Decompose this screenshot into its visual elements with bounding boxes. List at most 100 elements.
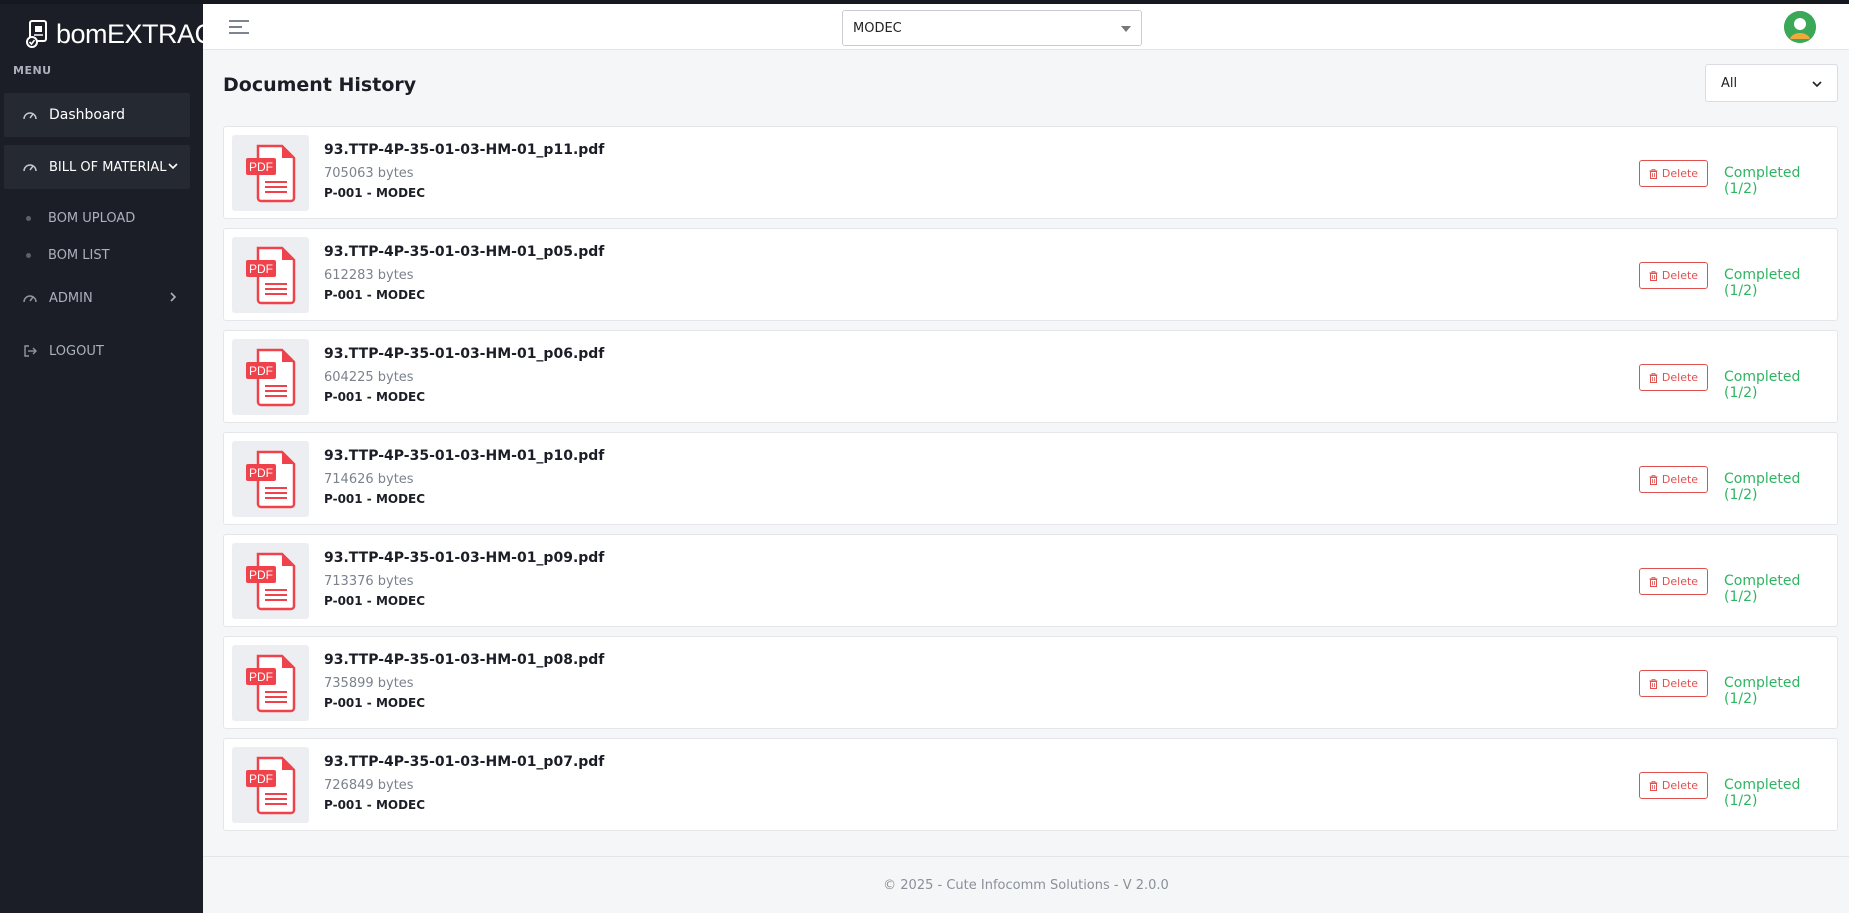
pdf-thumbnail: PDF	[232, 237, 309, 313]
svg-text:PDF: PDF	[249, 772, 273, 786]
footer-text: © 2025 - Cute Infocomm Solutions - V 2.0…	[883, 877, 1169, 893]
delete-button-label: Delete	[1661, 677, 1699, 690]
document-project: P-001 - MODEC	[324, 492, 426, 506]
delete-button[interactable]: Delete	[1639, 364, 1708, 391]
status-badge: Completed (1/2)	[1724, 267, 1801, 299]
delete-button-label: Delete	[1661, 371, 1699, 384]
sidebar-item-label: Dashboard	[49, 107, 125, 123]
status-badge: Completed (1/2)	[1724, 675, 1801, 707]
document-project: P-001 - MODEC	[324, 390, 426, 404]
document-filesize: 612283 bytes	[324, 268, 414, 283]
pdf-thumbnail: PDF	[232, 645, 309, 721]
document-filename: 93.TTP-4P-35-01-03-HM-01_p08.pdf	[324, 652, 605, 668]
document-card[interactable]: PDF 93.TTP-4P-35-01-03-HM-01_p08.pdf 735…	[223, 636, 1838, 729]
svg-text:PDF: PDF	[249, 670, 273, 684]
page-title: Document History	[223, 74, 417, 96]
status-badge: Completed (1/2)	[1724, 777, 1801, 809]
trash-icon	[1649, 372, 1658, 383]
pdf-thumbnail: PDF	[232, 135, 309, 211]
pdf-file-icon: PDF	[245, 144, 295, 203]
pdf-thumbnail: PDF	[232, 441, 309, 517]
sidebar-item-label: BOM UPLOAD	[48, 210, 136, 226]
delete-button[interactable]: Delete	[1639, 772, 1708, 799]
sidebar-item-label: BOM LIST	[48, 247, 110, 263]
status-badge: Completed (1/2)	[1724, 573, 1801, 605]
pdf-thumbnail: PDF	[232, 543, 309, 619]
document-filesize: 735899 bytes	[324, 676, 414, 691]
document-filesize: 726849 bytes	[324, 778, 414, 793]
user-avatar[interactable]	[1784, 11, 1816, 43]
trash-icon	[1649, 576, 1658, 587]
document-card[interactable]: PDF 93.TTP-4P-35-01-03-HM-01_p05.pdf 612…	[223, 228, 1838, 321]
document-card[interactable]: PDF 93.TTP-4P-35-01-03-HM-01_p11.pdf 705…	[223, 126, 1838, 219]
document-filesize: 714626 bytes	[324, 472, 414, 487]
sidebar-item-bom-upload[interactable]: BOM UPLOAD	[26, 207, 135, 229]
delete-button[interactable]: Delete	[1639, 466, 1708, 493]
document-project: P-001 - MODEC	[324, 798, 426, 812]
document-card[interactable]: PDF 93.TTP-4P-35-01-03-HM-01_p10.pdf 714…	[223, 432, 1838, 525]
sidebar-item-admin[interactable]: ADMIN	[4, 276, 190, 320]
trash-icon	[1649, 678, 1658, 689]
delete-button-label: Delete	[1661, 575, 1699, 588]
delete-button[interactable]: Delete	[1639, 670, 1708, 697]
company-select[interactable]: MODEC	[842, 10, 1142, 46]
document-card[interactable]: PDF 93.TTP-4P-35-01-03-HM-01_p06.pdf 604…	[223, 330, 1838, 423]
sidebar-item-label: BILL OF MATERIAL	[49, 159, 167, 175]
trash-icon	[1649, 474, 1658, 485]
document-filesize: 604225 bytes	[324, 370, 414, 385]
sidebar-item-logout[interactable]: LOGOUT	[4, 329, 190, 373]
delete-button-label: Delete	[1661, 779, 1699, 792]
brand-logo[interactable]: bomEXTRACT	[24, 16, 230, 52]
pdf-file-icon: PDF	[245, 756, 295, 815]
delete-button-label: Delete	[1661, 269, 1699, 282]
trash-icon	[1649, 270, 1658, 281]
status-filter-dropdown[interactable]: All	[1705, 64, 1838, 102]
menu-toggle-icon[interactable]	[228, 18, 250, 36]
sidebar-item-label: ADMIN	[49, 290, 93, 306]
document-project: P-001 - MODEC	[324, 186, 426, 200]
svg-text:PDF: PDF	[249, 466, 273, 480]
document-filename: 93.TTP-4P-35-01-03-HM-01_p07.pdf	[324, 754, 605, 770]
speedometer-icon	[21, 158, 39, 176]
document-filename: 93.TTP-4P-35-01-03-HM-01_p10.pdf	[324, 448, 605, 464]
delete-button[interactable]: Delete	[1639, 568, 1708, 595]
top-header: MODEC	[203, 4, 1849, 50]
trash-icon	[1649, 780, 1658, 791]
footer: © 2025 - Cute Infocomm Solutions - V 2.0…	[203, 856, 1849, 913]
status-badge: Completed (1/2)	[1724, 471, 1801, 503]
chevron-right-icon	[170, 292, 177, 302]
chevron-down-icon	[1812, 81, 1822, 88]
trash-icon	[1649, 168, 1658, 179]
svg-text:PDF: PDF	[249, 262, 273, 276]
document-filename: 93.TTP-4P-35-01-03-HM-01_p11.pdf	[324, 142, 605, 158]
delete-button-label: Delete	[1661, 473, 1699, 486]
speedometer-icon	[21, 289, 39, 307]
document-filesize: 705063 bytes	[324, 166, 414, 181]
delete-button[interactable]: Delete	[1639, 262, 1708, 289]
pdf-file-icon: PDF	[245, 348, 295, 407]
bullet-icon	[26, 215, 31, 221]
document-card[interactable]: PDF 93.TTP-4P-35-01-03-HM-01_p09.pdf 713…	[223, 534, 1838, 627]
status-badge: Completed (1/2)	[1724, 165, 1801, 197]
sidebar: bomEXTRACT MENU Dashboard BILL OF MATERI…	[0, 4, 230, 913]
caret-down-icon	[1121, 26, 1131, 32]
delete-button[interactable]: Delete	[1639, 160, 1708, 187]
user-icon	[1784, 11, 1816, 43]
sidebar-item-bill-of-material[interactable]: BILL OF MATERIAL	[4, 145, 190, 189]
bullet-icon	[26, 252, 31, 258]
pdf-file-icon: PDF	[245, 654, 295, 713]
logout-icon	[21, 342, 39, 360]
chevron-down-icon	[168, 163, 178, 170]
pdf-file-icon: PDF	[245, 552, 295, 611]
delete-button-label: Delete	[1661, 167, 1699, 180]
sidebar-item-dashboard[interactable]: Dashboard	[4, 93, 190, 137]
pdf-thumbnail: PDF	[232, 339, 309, 415]
document-card[interactable]: PDF 93.TTP-4P-35-01-03-HM-01_p07.pdf 726…	[223, 738, 1838, 831]
sidebar-item-label: LOGOUT	[49, 343, 104, 359]
pdf-file-icon: PDF	[245, 246, 295, 305]
company-select-value: MODEC	[853, 20, 902, 36]
document-filename: 93.TTP-4P-35-01-03-HM-01_p09.pdf	[324, 550, 605, 566]
sidebar-item-bom-list[interactable]: BOM LIST	[26, 244, 110, 266]
document-project: P-001 - MODEC	[324, 594, 426, 608]
document-project: P-001 - MODEC	[324, 696, 426, 710]
